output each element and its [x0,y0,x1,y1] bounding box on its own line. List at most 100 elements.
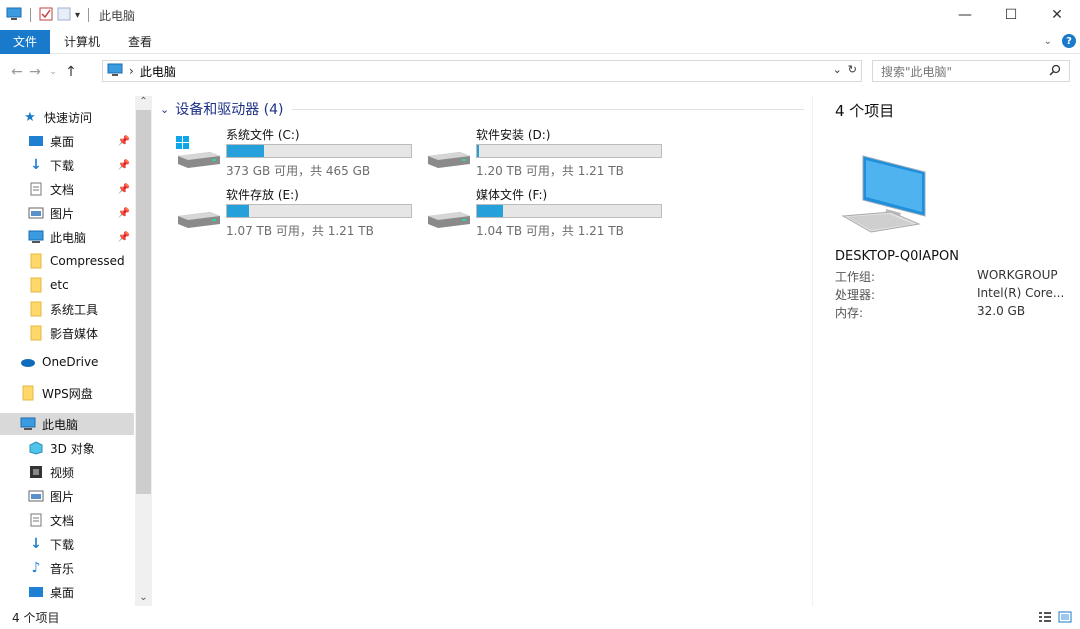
drive-f[interactable]: 媒体文件 (F:) 1.04 TB 可用，共 1.21 TB [426,186,676,242]
nav-item-desktop[interactable]: 桌面 📌 [28,130,134,152]
folder-icon [28,301,44,317]
scroll-up-icon[interactable]: ⌃ [135,96,152,110]
details-row-workgroup: 工作组: WORKGROUP [835,268,1058,284]
divider [291,108,804,110]
window-title: 此电脑 [99,8,136,23]
folder-icon [28,253,44,269]
nav-item-desktop-pc[interactable]: 桌面 [28,581,134,603]
new-folder-icon[interactable] [57,7,71,24]
nav-item-downloads[interactable]: ↓ 下载 📌 [28,154,134,176]
drive-name: 软件存放 (E:) [226,188,299,202]
nav-item-pictures[interactable]: 图片 📌 [28,202,134,224]
computer-name: DESKTOP-Q0IAPON [835,249,959,264]
chevron-down-icon[interactable]: ⌄ [160,103,169,116]
cloud-icon [20,354,36,370]
status-bar: 4 个项目 [0,606,1080,629]
details-row-processor: 处理器: Intel(R) Core... [835,286,1065,302]
desktop-icon [28,584,44,600]
pin-icon[interactable]: 📌 [118,208,130,219]
nav-item-pictures-pc[interactable]: 图片 [28,485,134,507]
divider [88,8,90,22]
pin-icon[interactable]: 📌 [118,232,130,243]
ribbon-tabs: 文件 计算机 查看 ⌄ ? [0,29,1080,54]
drive-c[interactable]: 系统文件 (C:) 373 GB 可用，共 465 GB [176,126,426,182]
drive-usage-fill [227,205,250,217]
nav-item-this-pc-quick[interactable]: 此电脑 📌 [28,226,134,248]
nav-item-media[interactable]: 影音媒体 [28,322,134,344]
search-icon[interactable] [1049,64,1061,79]
refresh-icon[interactable]: ↻ [848,63,857,76]
large-icons-view-icon[interactable] [1058,611,1072,626]
chevron-right-icon[interactable]: › [129,64,134,78]
nav-item-system-tools[interactable]: 系统工具 [28,298,134,320]
drive-e[interactable]: 软件存放 (E:) 1.07 TB 可用，共 1.21 TB [176,186,426,242]
pin-icon[interactable]: 📌 [118,160,130,171]
search-placeholder: 搜索"此电脑" [881,64,953,79]
computer-icon [6,7,22,24]
nav-scrollbar[interactable]: ⌃ ⌄ [135,96,152,606]
nav-item-etc[interactable]: etc [28,274,134,296]
drive-space: 373 GB 可用，共 465 GB [226,164,371,178]
forward-icon[interactable]: → [26,64,44,80]
drive-name: 软件安装 (D:) [476,128,551,142]
drive-icon [426,134,472,170]
nav-item-downloads-pc[interactable]: ↓ 下载 [28,533,134,555]
group-header[interactable]: ⌄ 设备和驱动器 (4) [160,99,804,119]
properties-icon[interactable] [39,7,53,24]
drive-name: 媒体文件 (F:) [476,188,548,202]
video-icon [28,464,44,480]
drive-usage-bar [226,204,412,218]
minimize-button[interactable]: — [942,0,988,30]
close-button[interactable]: ✕ [1034,0,1080,30]
tab-view[interactable]: 查看 [114,30,166,54]
folder-icon [20,385,36,401]
title-bar: ▾ 此电脑 — ☐ ✕ [0,0,1080,30]
nav-item-music[interactable]: ♪ 音乐 [28,557,134,579]
star-icon: ★ [24,109,36,125]
recent-locations-icon[interactable]: ⌄ [44,67,62,77]
group-title: 设备和驱动器 (4) [175,102,284,118]
address-bar[interactable]: › 此电脑 ⌄ ↻ [102,60,862,82]
nav-item-3d-objects[interactable]: 3D 对象 [28,437,134,459]
nav-onedrive[interactable]: OneDrive [20,351,134,373]
maximize-button[interactable]: ☐ [988,0,1034,30]
computer-icon [841,154,931,239]
breadcrumb[interactable]: 此电脑 [140,63,176,80]
help-icon[interactable]: ? [1062,34,1076,48]
expand-ribbon-icon[interactable]: ⌄ [1044,36,1052,47]
details-view-icon[interactable] [1038,611,1052,626]
nav-item-compressed[interactable]: Compressed [28,250,134,272]
nav-item-documents[interactable]: 文档 📌 [28,178,134,200]
tab-computer[interactable]: 计算机 [50,30,114,54]
nav-this-pc[interactable]: 此电脑 [0,413,134,435]
computer-icon [20,416,36,432]
nav-item-documents-pc[interactable]: 文档 [28,509,134,531]
up-icon[interactable]: ↑ [62,64,80,80]
pin-icon[interactable]: 📌 [118,184,130,195]
search-input[interactable]: 搜索"此电脑" [872,60,1070,82]
drive-icon [426,194,472,230]
tab-file[interactable]: 文件 [0,29,51,54]
music-icon: ♪ [31,560,41,576]
computer-icon [28,229,44,245]
pin-icon[interactable]: 📌 [118,136,130,147]
details-item-count: 4 个项目 [835,102,895,120]
navigation-pane: ★ 快速访问 桌面 📌 ↓ 下载 📌 文档 📌 图片 📌 此电脑 📌 Compr… [0,96,152,608]
system-drive-icon [176,134,222,170]
back-icon[interactable]: ← [8,64,26,80]
quick-access-dropdown-icon[interactable]: ▾ [75,10,80,21]
drive-d[interactable]: 软件安装 (D:) 1.20 TB 可用，共 1.21 TB [426,126,676,182]
download-icon: ↓ [30,536,42,552]
nav-wps-drive[interactable]: WPS网盘 [20,382,134,404]
folder-icon [28,277,44,293]
drive-name: 系统文件 (C:) [226,128,300,142]
drive-icon [176,194,222,230]
status-item-count: 4 个项目 [12,611,60,625]
nav-quick-access[interactable]: ★ 快速访问 [22,106,134,128]
scroll-thumb[interactable] [136,110,151,494]
nav-item-videos[interactable]: 视频 [28,461,134,483]
document-icon [28,512,44,528]
drive-usage-bar [476,204,662,218]
scroll-down-icon[interactable]: ⌄ [135,592,152,606]
address-dropdown-icon[interactable]: ⌄ [833,63,842,76]
